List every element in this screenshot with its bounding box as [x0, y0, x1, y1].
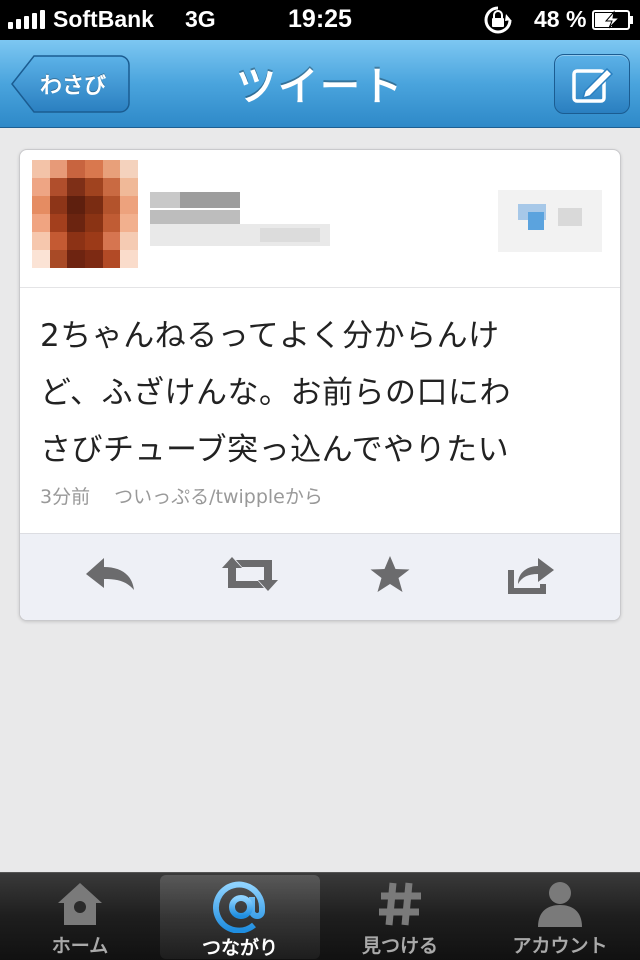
tab-bar: ホーム つながり 見つける アカウント	[0, 872, 640, 960]
avatar[interactable]	[32, 160, 138, 268]
tab-label: ホーム	[51, 935, 109, 957]
tab-account[interactable]: アカウント	[480, 873, 640, 960]
home-icon	[58, 883, 102, 925]
compose-button[interactable]	[554, 54, 630, 114]
favorite-star-icon	[370, 556, 410, 592]
rotation-lock-icon	[484, 6, 512, 34]
tweet-line: さびチューブ突っ込んでやりたい	[40, 432, 510, 468]
compose-icon	[572, 67, 614, 103]
tweet-action-bar	[20, 533, 620, 620]
tweet-line: 2ちゃんねるってよく分からんけ	[40, 318, 500, 354]
page-title: ツイート	[236, 64, 404, 110]
tweet-text: 2ちゃんねるってよく分からんけ ど、ふざけんな。お前らの口にわ さびチューブ突っ…	[40, 308, 610, 479]
tweet-line: ど、ふざけんな。お前らの口にわ	[40, 375, 511, 411]
reply-button[interactable]	[82, 554, 138, 600]
retweet-button[interactable]	[220, 554, 278, 600]
tweet-header-info-pixelated	[498, 190, 602, 252]
share-button[interactable]	[504, 554, 560, 600]
tab-connect[interactable]: つながり	[160, 875, 320, 959]
hashtag-icon	[379, 882, 421, 926]
user-name-pixelated[interactable]	[150, 178, 350, 258]
tab-home[interactable]: ホーム	[0, 873, 160, 960]
retweet-icon	[222, 557, 278, 591]
reply-icon	[86, 558, 134, 590]
tab-label: 見つける	[361, 935, 438, 957]
tweet-source-link[interactable]: ついっぷる/twippleから	[114, 486, 323, 508]
card-divider	[20, 287, 620, 288]
status-bar: SoftBank 3G 19:25 48 %	[0, 0, 640, 40]
person-icon	[538, 882, 582, 927]
navigation-bar: わさび ツイート	[0, 40, 640, 128]
battery-percentage: 48 %	[534, 6, 587, 32]
at-mention-icon	[213, 881, 265, 933]
tweet-card: 2ちゃんねるってよく分からんけ ど、ふざけんな。お前らの口にわ さびチューブ突っ…	[19, 149, 621, 621]
tab-label: つながり	[201, 937, 278, 959]
tab-discover[interactable]: 見つける	[320, 873, 480, 960]
tweet-meta: 3分前 ついっぷる/twippleから	[40, 482, 323, 509]
battery-charging-icon	[592, 10, 633, 30]
tweet-timestamp: 3分前	[40, 486, 91, 508]
favorite-button[interactable]	[362, 554, 418, 600]
tab-label: アカウント	[512, 935, 608, 957]
share-icon	[508, 558, 554, 594]
